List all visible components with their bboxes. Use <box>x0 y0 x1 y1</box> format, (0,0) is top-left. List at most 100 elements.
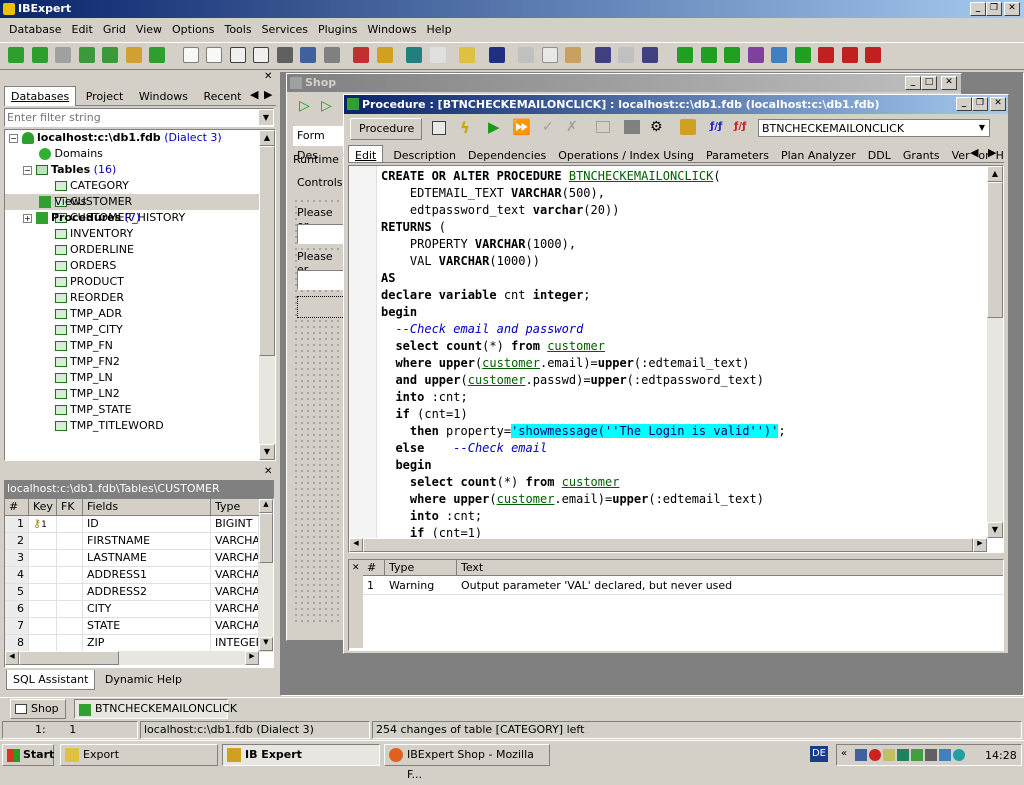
menu-database[interactable]: Database <box>4 21 67 39</box>
reconnect-icon[interactable] <box>102 47 118 63</box>
tree-table-item[interactable]: TMP_LN <box>5 370 275 386</box>
db-properties-icon[interactable] <box>125 47 142 63</box>
table-row[interactable]: 2 FIRSTNAMEVARCHAR <box>5 533 273 550</box>
clock[interactable]: 14:28 <box>985 749 1017 762</box>
tab-grants[interactable]: Grants <box>897 146 946 162</box>
tray-icon-1[interactable] <box>855 749 867 761</box>
customer-link[interactable]: customer <box>482 356 540 370</box>
copy-icon[interactable] <box>541 47 558 63</box>
shop-tab-controls[interactable]: Controls <box>297 174 343 192</box>
table-row[interactable]: 8 ZIP INTEGER <box>5 635 273 652</box>
properties-icon[interactable] <box>432 121 446 135</box>
fields-scroll-thumb[interactable] <box>259 513 273 563</box>
language-indicator[interactable]: DE <box>810 746 828 762</box>
menu-tools[interactable]: Tools <box>219 21 256 39</box>
tree-root[interactable]: − localhost:c:\db1.fdb (Dialect 3) <box>5 130 275 146</box>
tree-table-item[interactable]: CATEGORY <box>5 178 275 194</box>
replace-icon[interactable] <box>641 47 658 63</box>
paste-icon[interactable] <box>565 47 581 63</box>
fields-scroll-up-icon[interactable]: ▲ <box>259 499 273 513</box>
editor-vscrollbar[interactable]: ▲ ▼ <box>987 166 1003 538</box>
fields-vscrollbar[interactable]: ▲ ▼ <box>259 499 273 651</box>
compile-icon[interactable]: ϟ <box>460 119 470 137</box>
tabs-scroll-left-icon[interactable]: ◀ <box>970 146 979 159</box>
menu-edit[interactable]: Edit <box>67 21 98 39</box>
trigger-icon[interactable] <box>747 47 764 63</box>
col-type[interactable]: Type <box>211 499 261 515</box>
menu-windows[interactable]: Windows <box>362 21 421 39</box>
scroll-thumb[interactable] <box>259 146 275 356</box>
unregister-db-icon[interactable] <box>31 47 48 63</box>
col-fk[interactable]: FK <box>57 499 83 515</box>
sql-editor-icon[interactable] <box>229 47 246 63</box>
procedure-icon[interactable] <box>724 47 740 63</box>
script-icon[interactable] <box>253 47 269 63</box>
task-export[interactable]: Export <box>60 744 218 766</box>
tray-expand-icon[interactable]: « <box>841 748 847 759</box>
tray-icon-2[interactable] <box>869 749 881 761</box>
export-icon[interactable] <box>300 47 316 63</box>
procedure-minimize-button[interactable]: _ <box>956 97 972 111</box>
rollback-icon[interactable]: ✗ <box>566 119 578 135</box>
tree-domains[interactable]: Domains <box>5 146 275 162</box>
procedure-restore-button[interactable]: ❐ <box>972 97 988 111</box>
tray-icon-6[interactable] <box>925 749 937 761</box>
find-next-icon[interactable] <box>618 47 634 63</box>
tree-table-item[interactable]: REORDER <box>5 290 275 306</box>
grid-icon[interactable] <box>596 121 610 133</box>
editor-scroll-down-icon[interactable]: ▼ <box>987 522 1003 538</box>
unformat-icon[interactable]: ƒ/ƒ <box>734 121 746 132</box>
exception-icon[interactable] <box>794 47 811 63</box>
window-tab-procedure[interactable]: BTNCHECKEMAILONCLICK <box>74 699 237 719</box>
tree-procedures[interactable]: + Procedures (7) <box>5 210 275 226</box>
udf-icon[interactable] <box>818 47 834 63</box>
editor-scroll-up-icon[interactable]: ▲ <box>987 166 1003 182</box>
menu-plugins[interactable]: Plugins <box>313 21 362 39</box>
col-fields[interactable]: Fields <box>83 499 211 515</box>
keys-icon[interactable] <box>376 47 393 63</box>
disconnect-icon[interactable] <box>78 47 95 63</box>
menu-help[interactable]: Help <box>421 21 456 39</box>
tree-table-item[interactable]: TMP_TITLEWORD <box>5 418 275 434</box>
shop-tab-form-designer[interactable]: Form Des <box>293 126 349 162</box>
code-text[interactable]: CREATE OR ALTER PROCEDURE BTNCHECKEMAILO… <box>381 168 985 538</box>
customer-link[interactable]: customer <box>468 373 526 387</box>
save-icon[interactable] <box>488 47 505 63</box>
table-row[interactable]: 1 ⚷1 ID BIGINT <box>5 516 273 533</box>
col-num[interactable]: # <box>5 499 29 515</box>
tab-edit[interactable]: Edit <box>348 145 384 162</box>
tab-plan-analyzer[interactable]: Plan Analyzer <box>775 146 862 162</box>
fields-hscroll-thumb[interactable] <box>19 651 119 665</box>
tree-table-item[interactable]: INVENTORY <box>5 226 275 242</box>
col-key[interactable]: Key <box>29 499 57 515</box>
task-firefox[interactable]: IBExpert Shop - Mozilla F... <box>384 744 550 781</box>
role-icon[interactable] <box>865 47 881 63</box>
scroll-down-icon[interactable]: ▼ <box>259 444 275 460</box>
tab-project[interactable]: Project <box>80 87 130 106</box>
tree-table-item[interactable]: PRODUCT <box>5 274 275 290</box>
editor-scroll-right-icon[interactable]: ▶ <box>973 538 987 552</box>
messages-close-icon[interactable]: ✕ <box>349 563 360 573</box>
tab-windows[interactable]: Windows <box>133 87 194 106</box>
tree-table-item[interactable]: TMP_STATE <box>5 402 275 418</box>
register-db-icon[interactable] <box>8 47 24 63</box>
tree-table-item[interactable]: TMP_FN2 <box>5 354 275 370</box>
table-row[interactable]: 5 ADDRESS2VARCHAR <box>5 584 273 601</box>
procedure-name-input[interactable]: BTNCHECKEMAILONCLICK <box>759 120 907 137</box>
cut-icon[interactable] <box>518 47 534 63</box>
msg-col-text[interactable]: Text <box>457 560 483 575</box>
tray-icon-4[interactable] <box>897 749 909 761</box>
tree-table-item[interactable]: ORDERS <box>5 258 275 274</box>
menu-grid[interactable]: Grid <box>98 21 131 39</box>
fields-scroll-right-icon[interactable]: ▶ <box>245 651 259 665</box>
restore-button[interactable]: ❐ <box>986 2 1002 16</box>
tree-table-item[interactable]: TMP_ADR <box>5 306 275 322</box>
shop-edit-1[interactable] <box>297 224 347 244</box>
shop-close-button[interactable]: ✕ <box>941 76 957 90</box>
procedure-name-dropdown-icon[interactable]: ▼ <box>975 120 989 136</box>
menu-view[interactable]: View <box>131 21 167 39</box>
table-icon[interactable] <box>677 47 693 63</box>
editor-hscrollbar[interactable]: ◀ ▶ <box>349 538 987 552</box>
users-icon[interactable] <box>353 47 369 63</box>
shop-button[interactable] <box>297 296 347 318</box>
